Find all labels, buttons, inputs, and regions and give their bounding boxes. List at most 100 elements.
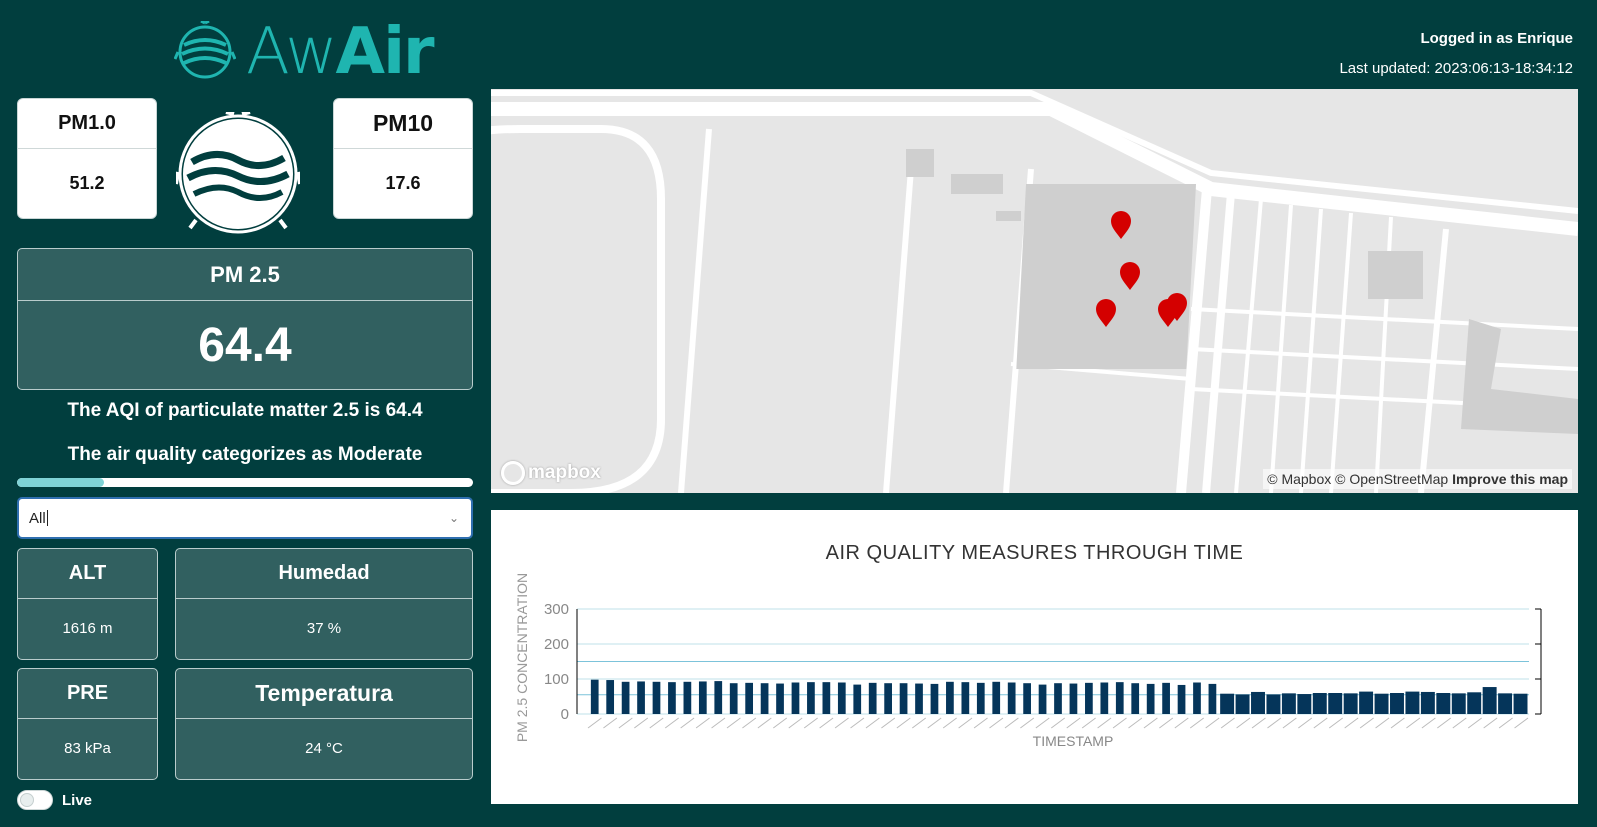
- y-axis-label: PM 2.5 CONCENTRATION: [514, 573, 530, 742]
- x-tick-mark: [603, 717, 618, 729]
- x-tick-mark: [1174, 717, 1189, 729]
- x-tick-mark: [896, 717, 911, 729]
- bar: [884, 683, 892, 714]
- humidity-value: 37 %: [306, 619, 342, 637]
- x-tick-mark: [664, 717, 679, 729]
- bar: [1115, 682, 1124, 714]
- x-tick-mark: [1344, 717, 1359, 729]
- pm1-card: PM1.0 51.2: [17, 98, 157, 219]
- chevron-down-icon[interactable]: ⌄: [449, 511, 459, 525]
- temperature-value: 24 °C: [305, 739, 343, 757]
- x-tick-mark: [618, 717, 633, 729]
- y-tick-label: 300: [544, 601, 569, 618]
- bar: [1482, 687, 1497, 714]
- bar: [1513, 693, 1528, 714]
- toggle-knob: [20, 793, 34, 807]
- bar: [683, 681, 692, 714]
- live-toggle[interactable]: [17, 790, 53, 810]
- x-tick-mark: [973, 717, 988, 729]
- sensor-map[interactable]: mapbox © Mapbox © OpenStreetMap Improve …: [491, 89, 1578, 493]
- bar: [1343, 693, 1358, 714]
- x-tick-mark: [1066, 717, 1081, 729]
- bar: [1146, 683, 1155, 714]
- pm10-label: PM10: [334, 99, 472, 149]
- bar: [745, 682, 754, 714]
- pm1-label: PM1.0: [18, 99, 156, 149]
- aqi-statement: The AQI of particulate matter 2.5 is 64.…: [67, 400, 423, 421]
- bar: [1467, 692, 1482, 714]
- x-tick-mark: [1298, 717, 1313, 729]
- bar: [637, 681, 645, 714]
- pm10-card: PM10 17.6: [333, 98, 473, 219]
- x-tick-mark: [927, 717, 942, 729]
- bar: [621, 681, 630, 714]
- x-tick-mark: [1498, 717, 1513, 729]
- bar: [1405, 691, 1420, 714]
- brand-name: AwAir: [246, 15, 435, 89]
- mapbox-logo[interactable]: mapbox: [501, 461, 601, 485]
- bar: [1131, 683, 1140, 714]
- bar: [868, 682, 877, 714]
- bar: [1085, 682, 1093, 714]
- bar: [961, 682, 970, 714]
- x-tick-mark: [865, 717, 880, 729]
- x-tick-mark: [649, 717, 664, 729]
- bar: [1312, 693, 1327, 714]
- x-tick-mark: [726, 717, 741, 729]
- x-tick-mark: [834, 717, 849, 729]
- x-tick-mark: [1390, 717, 1405, 729]
- x-tick-mark: [850, 717, 865, 729]
- bar: [1208, 683, 1217, 714]
- y-tick-label: 100: [544, 671, 569, 688]
- sensor-filter-select[interactable]: All ⌄: [17, 497, 473, 539]
- x-tick-mark: [1050, 717, 1066, 729]
- improve-map-link[interactable]: Improve this map: [1452, 471, 1568, 487]
- temperature-label: Temperatura: [176, 669, 472, 719]
- x-tick-mark: [757, 717, 772, 729]
- bar: [822, 682, 831, 714]
- brand-logo: AwAir: [174, 18, 474, 86]
- bar: [714, 681, 723, 714]
- bar: [1069, 683, 1078, 714]
- awair-globe-icon: [174, 21, 236, 79]
- humidity-label: Humedad: [176, 549, 472, 599]
- x-tick-mark: [1189, 717, 1205, 729]
- bar: [899, 683, 908, 714]
- x-tick-mark: [1437, 717, 1452, 729]
- bar: [1297, 694, 1312, 714]
- altitude-card: ALT 1616 m: [17, 548, 158, 660]
- bar: [668, 682, 676, 714]
- pm25-bar-chart[interactable]: 0 100 200 300 TIMESTAMP PM 2.5 CONCENTRATION: [491, 510, 1578, 804]
- x-tick-mark: [695, 717, 710, 729]
- bar: [1038, 684, 1047, 714]
- bar: [837, 682, 846, 714]
- live-toggle-group: Live: [17, 790, 92, 810]
- x-tick-mark: [819, 717, 834, 729]
- humidity-card: Humedad 37 %: [175, 548, 473, 660]
- bar: [652, 681, 661, 714]
- bar: [1193, 682, 1201, 714]
- x-tick-mark: [1143, 717, 1158, 729]
- x-tick-mark: [587, 717, 602, 729]
- bar: [1498, 693, 1513, 714]
- x-tick-mark: [911, 717, 927, 729]
- x-tick-mark: [1236, 717, 1251, 729]
- bar: [1266, 694, 1281, 714]
- pm25-chart-panel: AIR QUALITY MEASURES THROUGH TIME 0 100 20…: [491, 510, 1578, 804]
- last-updated: Last updated: 2023:06:13-18:34:12: [1339, 60, 1573, 77]
- bar: [915, 683, 923, 714]
- x-tick-mark: [1483, 717, 1498, 729]
- bar: [946, 681, 954, 714]
- bar: [1328, 693, 1343, 714]
- x-tick-mark: [1313, 717, 1328, 729]
- bar: [791, 682, 800, 714]
- bar: [760, 683, 769, 714]
- pm25-value: 64.4: [198, 318, 292, 372]
- bar: [1420, 691, 1435, 714]
- y-tick-label: 200: [544, 636, 569, 653]
- mapbox-wordmark: mapbox: [528, 462, 601, 483]
- bar: [853, 684, 862, 714]
- attribution-text[interactable]: © Mapbox © OpenStreetMap: [1267, 471, 1448, 487]
- x-tick-mark: [1421, 717, 1436, 729]
- x-tick-mark: [742, 717, 757, 729]
